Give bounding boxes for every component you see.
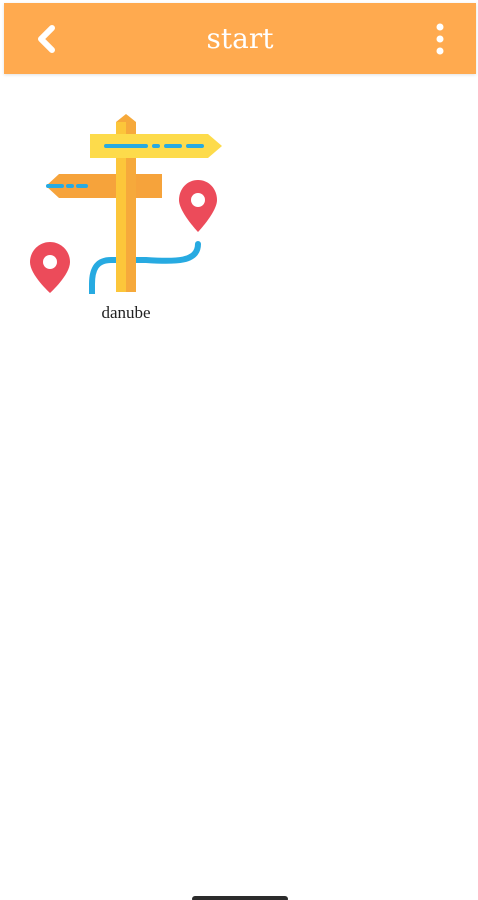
- more-vert-icon: [436, 23, 444, 55]
- home-indicator[interactable]: [192, 896, 288, 900]
- signpost-map-icon: [30, 114, 222, 294]
- app-screen: start danube: [0, 0, 478, 900]
- overflow-menu-button[interactable]: [418, 17, 462, 61]
- item-tile-danube[interactable]: danube: [26, 112, 226, 327]
- back-button[interactable]: [24, 17, 68, 61]
- chevron-left-icon: [38, 25, 55, 53]
- page-title: start: [206, 22, 274, 55]
- item-label: danube: [101, 303, 151, 322]
- app-bar: start: [4, 3, 476, 74]
